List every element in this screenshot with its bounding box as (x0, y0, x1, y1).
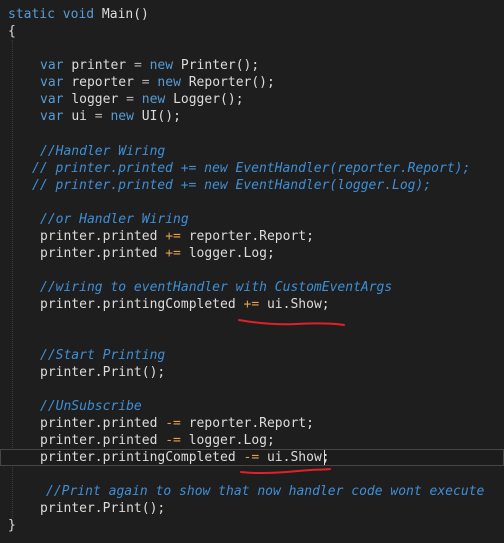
red-underline-remove-handler (240, 468, 331, 475)
code-token: -= (243, 450, 267, 465)
code-token: //UnSubscribe (40, 399, 142, 414)
code-token: printer.printingCompleted (40, 450, 244, 465)
code-token: // printer.printed += new EventHandler(l… (32, 178, 432, 193)
code-token: static void (8, 7, 102, 22)
code-token: //wiring to eventHandler with CustomEven… (40, 280, 393, 295)
code-token: Reporter(); (188, 75, 275, 90)
code-token: // printer.printed += new EventHandler(r… (32, 161, 471, 176)
red-underline-add-handler (238, 319, 345, 326)
code-editor[interactable]: static void Main(){var printer = new Pri… (0, 0, 504, 543)
code-token: printer.printed (40, 416, 166, 431)
code-token: += (165, 229, 189, 244)
code-token: logger.Log; (188, 433, 275, 448)
code-line[interactable]: printer.Print(); (0, 500, 504, 517)
code-line[interactable]: var printer = new Printer(); (0, 57, 504, 74)
code-token: reporter.Report; (188, 229, 314, 244)
code-token: { (8, 24, 16, 39)
code-token: += (243, 297, 267, 312)
code-token: = (141, 75, 158, 90)
code-line[interactable]: // printer.printed += new EventHandler(r… (0, 160, 504, 177)
code-line[interactable]: var reporter = new Reporter(); (0, 74, 504, 91)
code-line[interactable]: } (0, 517, 504, 534)
code-token: -= (165, 433, 189, 448)
code-token: Main() (101, 7, 149, 22)
code-token: logger (71, 92, 127, 107)
code-line[interactable]: //Start Printing (0, 347, 504, 364)
code-token: ui.Show; (266, 450, 330, 465)
code-line[interactable]: printer.printingCompleted += ui.Show; (0, 296, 504, 313)
code-token: = (133, 58, 150, 73)
code-token: //or Handler Wiring (40, 212, 189, 227)
code-line[interactable]: //wiring to eventHandler with CustomEven… (0, 279, 504, 296)
code-token: new (110, 109, 142, 124)
code-token: -= (165, 416, 189, 431)
text-caret (324, 450, 325, 465)
code-line[interactable]: //Handler Wiring (0, 143, 504, 160)
code-token: } (8, 518, 16, 533)
code-token: //Start Printing (40, 348, 166, 363)
code-token: new (157, 75, 189, 90)
code-line[interactable]: var ui = new UI(); (0, 108, 504, 125)
code-line[interactable]: printer.printed -= logger.Log; (0, 432, 504, 449)
code-token: var (40, 75, 72, 90)
code-token: logger.Log; (188, 246, 275, 261)
code-line[interactable]: static void Main() (0, 6, 504, 23)
code-token: var (40, 109, 72, 124)
code-token: Logger(); (173, 92, 244, 107)
code-token: UI(); (141, 109, 181, 124)
code-token: printer.printed (40, 433, 166, 448)
code-line[interactable]: printer.Print(); (0, 364, 504, 381)
code-token: reporter (71, 75, 142, 90)
code-token: printer.Print(); (40, 501, 166, 516)
code-token: = (126, 92, 142, 107)
code-token: //Handler Wiring (40, 144, 166, 159)
code-line[interactable]: printer.printed += reporter.Report; (0, 228, 504, 245)
code-token: printer.printed (40, 246, 166, 261)
code-line[interactable]: //or Handler Wiring (0, 211, 504, 228)
code-token: ui (71, 109, 95, 124)
code-token: printer.printed (40, 229, 166, 244)
code-line[interactable]: { (0, 23, 504, 40)
code-token: Printer(); (180, 58, 260, 73)
code-token: new (149, 58, 181, 73)
code-token: ui.Show; (266, 297, 330, 312)
code-token: printer.printingCompleted (40, 297, 244, 312)
code-token: = (94, 109, 111, 124)
code-token: reporter.Report; (188, 416, 314, 431)
code-token: printer (71, 58, 134, 73)
code-token: var (40, 92, 72, 107)
code-line[interactable]: //Print again to show that now handler c… (0, 483, 504, 500)
code-line[interactable]: printer.printed -= reporter.Report; (0, 415, 504, 432)
code-line[interactable]: printer.printed += logger.Log; (0, 245, 504, 262)
code-token: printer.Print(); (40, 365, 166, 380)
code-line[interactable]: //UnSubscribe (0, 398, 504, 415)
code-token: += (165, 246, 189, 261)
code-line[interactable]: var logger = new Logger(); (0, 91, 504, 108)
code-line[interactable]: // printer.printed += new EventHandler(l… (0, 177, 504, 194)
code-token: new (141, 92, 174, 107)
code-token: var (40, 58, 72, 73)
code-token: //Print again to show that now handler c… (46, 484, 485, 499)
